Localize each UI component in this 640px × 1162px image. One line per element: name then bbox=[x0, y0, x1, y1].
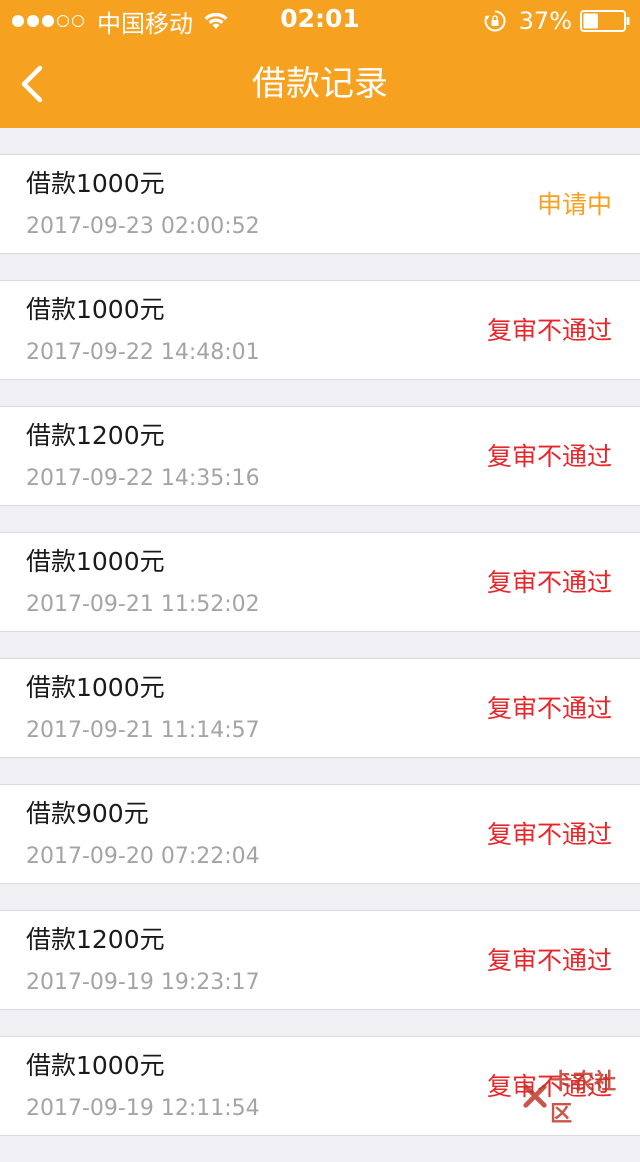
loan-timestamp: 2017-09-22 14:48:01 bbox=[26, 340, 260, 365]
loan-amount-label: 借款1000元 bbox=[26, 673, 165, 702]
loan-amount-label: 借款1000元 bbox=[26, 295, 165, 324]
loan-amount-label: 借款1000元 bbox=[26, 547, 165, 576]
watermark-logo-icon bbox=[523, 1084, 547, 1108]
watermark: 卡农社区 bbox=[522, 1066, 632, 1127]
status-badge: 申请中 bbox=[536, 190, 612, 219]
status-badge: 复审不通过 bbox=[486, 316, 612, 345]
watermark-text: 卡农社区 bbox=[550, 1070, 617, 1127]
list-item[interactable]: 借款1000元 2017-09-21 11:52:02 复审不通过 bbox=[0, 532, 640, 632]
loan-timestamp: 2017-09-22 14:35:16 bbox=[26, 466, 260, 491]
nav-bar: 借款记录 bbox=[0, 40, 640, 128]
loan-amount-label: 借款1200元 bbox=[26, 925, 165, 954]
status-badge: 复审不通过 bbox=[486, 820, 612, 849]
loan-timestamp: 2017-09-20 07:22:04 bbox=[26, 844, 260, 869]
list-item[interactable]: 借款1000元 2017-09-22 14:48:01 复审不通过 bbox=[0, 280, 640, 380]
loan-timestamp: 2017-09-21 11:14:57 bbox=[26, 718, 260, 743]
loan-amount-label: 借款1000元 bbox=[26, 1051, 165, 1080]
loan-timestamp: 2017-09-19 19:23:17 bbox=[26, 970, 260, 995]
battery-percent: 37% bbox=[518, 7, 572, 35]
list-item[interactable]: 借款1000元 2017-09-21 11:14:57 复审不通过 bbox=[0, 658, 640, 758]
loan-amount-label: 借款1200元 bbox=[26, 421, 165, 450]
loan-timestamp: 2017-09-19 12:11:54 bbox=[26, 1096, 260, 1121]
list-item[interactable]: 借款900元 2017-09-20 07:22:04 复审不通过 bbox=[0, 784, 640, 884]
status-bar: 中国移动 02:01 37% bbox=[0, 0, 640, 40]
status-badge: 复审不通过 bbox=[486, 442, 612, 471]
battery-icon bbox=[580, 10, 630, 32]
list-item[interactable]: 借款1000元 2017-09-23 02:00:52 申请中 bbox=[0, 154, 640, 254]
header: 中国移动 02:01 37% 借款记录 bbox=[0, 0, 640, 128]
list-item[interactable]: 借款1200元 2017-09-19 19:23:17 复审不通过 bbox=[0, 910, 640, 1010]
status-badge: 复审不通过 bbox=[486, 694, 612, 723]
status-right: 37% bbox=[483, 6, 630, 36]
page-title: 借款记录 bbox=[252, 64, 388, 104]
loan-amount-label: 借款1000元 bbox=[26, 169, 165, 198]
status-badge: 复审不通过 bbox=[486, 946, 612, 975]
list-item[interactable]: 借款1200元 2017-09-22 14:35:16 复审不通过 bbox=[0, 406, 640, 506]
orientation-lock-icon bbox=[484, 10, 506, 32]
loan-amount-label: 借款900元 bbox=[26, 799, 149, 828]
status-badge: 复审不通过 bbox=[486, 568, 612, 597]
loan-record-list: 借款1000元 2017-09-23 02:00:52 申请中 借款1000元 … bbox=[0, 154, 640, 1162]
loan-timestamp: 2017-09-23 02:00:52 bbox=[26, 214, 260, 239]
loan-timestamp: 2017-09-21 11:52:02 bbox=[26, 592, 260, 617]
